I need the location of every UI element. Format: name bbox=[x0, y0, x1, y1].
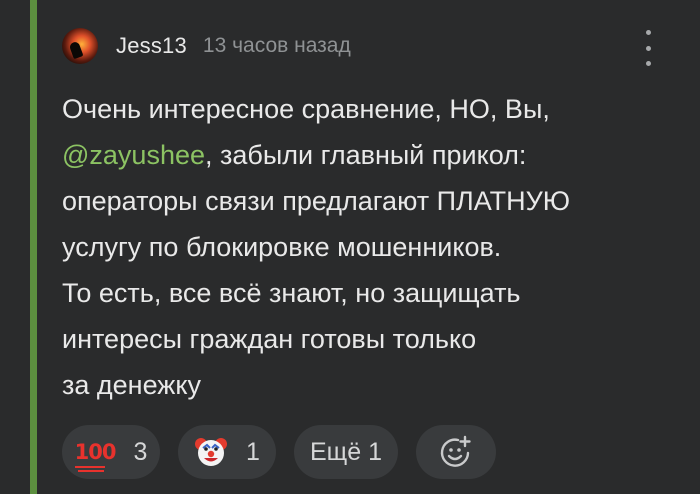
comment-line-rest: , забыли главный прикол: bbox=[205, 140, 527, 170]
comment-line: операторы связи предлагают ПЛАТНУЮ bbox=[62, 186, 571, 216]
add-reaction-button[interactable] bbox=[416, 425, 496, 479]
comment-line: То есть, все всё знают, но защищать bbox=[62, 278, 521, 308]
avatar[interactable] bbox=[62, 28, 98, 64]
reaction-count: 1 bbox=[246, 437, 260, 466]
comment-line: за денежку bbox=[62, 370, 201, 400]
comment-text: Очень интересное сравнение, НО, Вы, @zay… bbox=[62, 86, 682, 408]
comment-header: Jess13 13 часов назад bbox=[62, 26, 351, 66]
comment-thread-line bbox=[30, 0, 37, 494]
avatar-figure bbox=[68, 40, 84, 60]
user-mention-link[interactable]: @zayushee bbox=[62, 140, 205, 170]
reaction-count: 3 bbox=[133, 437, 148, 466]
reactions-bar: 100 3 1 Ещё 1 bbox=[62, 424, 514, 480]
more-options-button[interactable] bbox=[640, 30, 656, 66]
comment-line: услугу по блокировке мошенников. bbox=[62, 232, 502, 262]
kebab-dot-icon bbox=[645, 30, 651, 35]
add-reaction-smile-icon bbox=[440, 435, 471, 467]
author-username[interactable]: Jess13 bbox=[116, 33, 187, 59]
comment-timestamp[interactable]: 13 часов назад bbox=[203, 34, 351, 58]
reaction-hundred-button[interactable]: 100 3 bbox=[62, 425, 160, 479]
kebab-dot-icon bbox=[645, 61, 651, 66]
comment-line: интересы граждан готовы только bbox=[62, 324, 477, 354]
comment-line: Очень интересное сравнение, НО, Вы, bbox=[62, 94, 550, 124]
hundred-points-icon: 100 bbox=[74, 441, 116, 472]
reaction-clown-button[interactable]: 1 bbox=[178, 425, 276, 479]
more-reactions-button[interactable]: Ещё 1 bbox=[294, 425, 398, 479]
kebab-dot-icon bbox=[645, 45, 651, 51]
more-reactions-label: Ещё 1 bbox=[310, 437, 382, 466]
clown-face-icon bbox=[195, 438, 228, 466]
comment-line: @zayushee, забыли главный прикол: bbox=[62, 132, 682, 178]
